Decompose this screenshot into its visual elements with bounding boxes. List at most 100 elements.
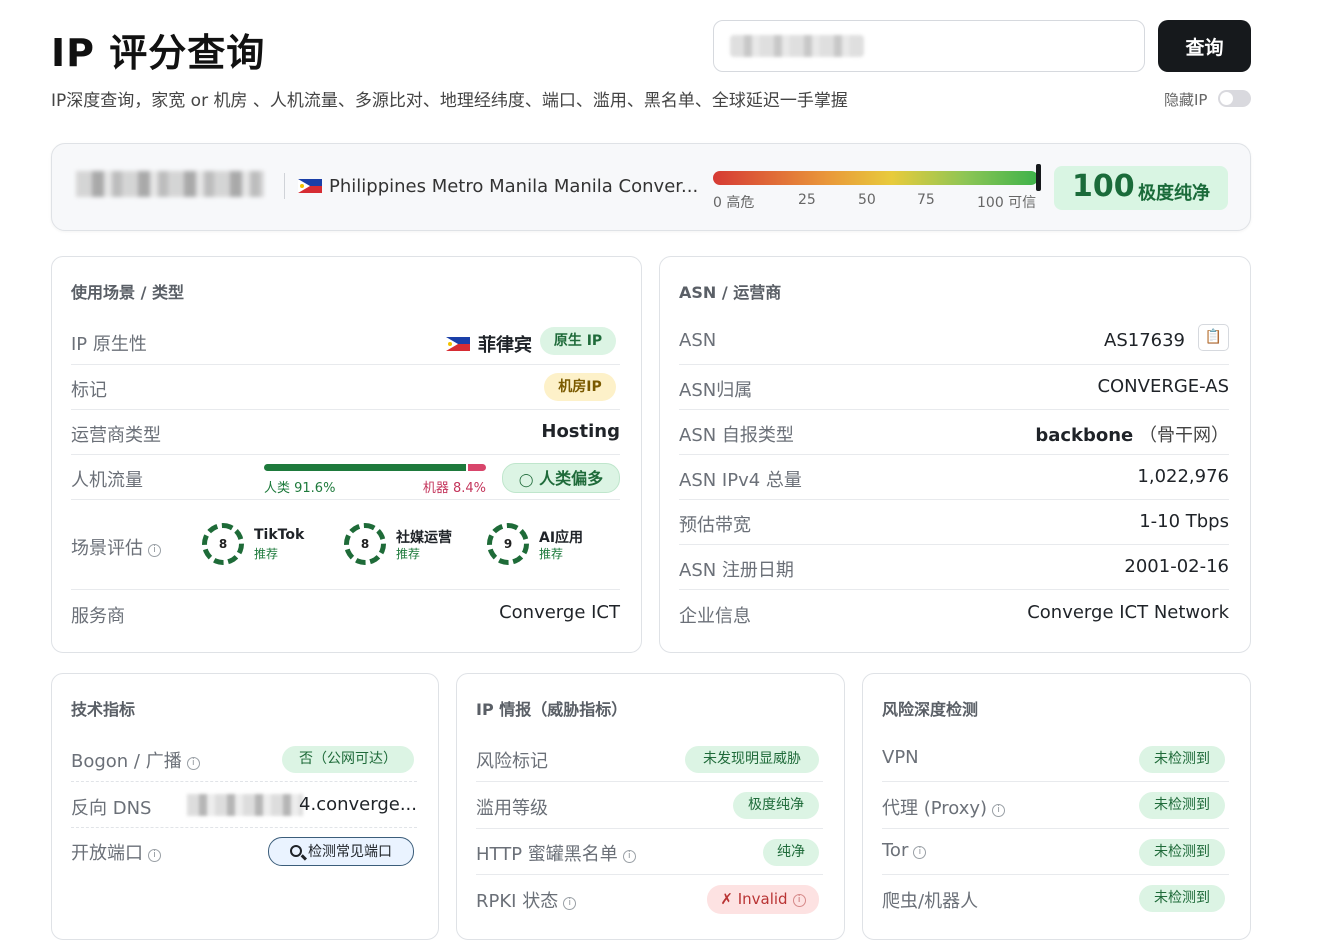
carrier-type-row: 运营商类型 Hosting	[71, 410, 620, 455]
human-majority-badge: ◯ 人类偏多	[502, 463, 620, 493]
score-value: 100	[1072, 169, 1135, 204]
scene-score-ring: 9	[487, 523, 529, 565]
scene-label-text: 场景评估	[71, 538, 143, 559]
asn-row: ASN AS17639 📋	[679, 324, 1229, 365]
scene-score: 8	[360, 537, 370, 551]
asn-type-row: ASN 自报类型 backbone （骨干网）	[679, 410, 1229, 455]
gauge-tick-label: 25	[798, 192, 816, 208]
scene-status: 推荐	[254, 547, 279, 561]
datacenter-badge: 机房IP	[544, 373, 616, 401]
trust-gauge	[713, 171, 1038, 185]
bogon-badge: 否（公网可达）	[282, 746, 414, 773]
card-title: 使用场景 / 类型	[71, 283, 184, 302]
bandwidth-row: 预估带宽 1-10 Tbps	[679, 500, 1229, 545]
scene-label: 场景评估 i	[71, 534, 161, 560]
redacted-ip-text	[730, 35, 864, 57]
rpki-badge-text: ✗ Invalid	[720, 890, 788, 908]
info-icon: i	[992, 804, 1006, 817]
card-title: IP 情报（威胁指标）	[476, 700, 628, 719]
vpn-label: VPN	[882, 747, 919, 768]
asn-ipv4-value: 1,022,976	[1137, 466, 1229, 487]
page-title: IP 评分查询	[51, 31, 266, 75]
proxy-label-text: 代理 (Proxy)	[882, 798, 988, 819]
rdns-row: 反向 DNS 4.converge...	[71, 782, 417, 828]
scene-status: 推荐	[396, 547, 421, 561]
intel-card: IP 情报（威胁指标） 风险标记 未发现明显威胁 滥用等级 极度纯净 HTTP …	[456, 673, 845, 940]
bot-bar	[468, 464, 486, 471]
gauge-tick-label: 50	[858, 192, 876, 208]
asn-card: ASN / 运营商 ASN AS17639 📋 ASN归属 CONVERGE-A…	[659, 256, 1251, 653]
card-title: ASN / 运营商	[679, 283, 782, 302]
philippines-flag-icon	[298, 179, 322, 193]
native-label: IP 原生性	[71, 334, 147, 355]
company-value: Converge ICT Network	[1027, 602, 1229, 623]
asn-ipv4-row: ASN IPv4 总量 1,022,976	[679, 455, 1229, 500]
bandwidth-value: 1-10 Tbps	[1139, 511, 1229, 532]
ip-summary-bar: Philippines Metro Manila Manila Conver..…	[51, 143, 1251, 231]
ip-search-input[interactable]	[713, 20, 1145, 72]
scene-status: 推荐	[539, 547, 564, 561]
risk-badge: 未发现明显威胁	[685, 746, 819, 773]
honeypot-label-text: HTTP 蜜罐黑名单	[476, 844, 618, 865]
asn-label: ASN	[679, 330, 717, 351]
asn-owner-row: ASN归属 CONVERGE-AS	[679, 365, 1229, 410]
hide-ip-toggle[interactable]	[1218, 90, 1251, 107]
bot-percent: 机器 8.4%	[422, 481, 486, 496]
rpki-row: RPKI 状态 i ✗ Invalid i	[476, 875, 823, 921]
abuse-row: 滥用等级 极度纯净	[476, 782, 823, 829]
info-icon: i	[792, 894, 806, 907]
honeypot-label: HTTP 蜜罐黑名单 i	[476, 840, 636, 866]
tor-badge: 未检测到	[1139, 839, 1225, 866]
proxy-row: 代理 (Proxy) i 未检测到	[882, 782, 1229, 829]
risk-label: 风险标记	[476, 751, 548, 772]
info-icon: i	[622, 850, 636, 863]
redacted-hostname-blur	[187, 794, 303, 816]
scene-name: AI应用	[539, 530, 584, 546]
provider-label: 服务商	[71, 606, 125, 627]
user-icon: ◯	[518, 473, 534, 488]
card-title: 风险深度检测	[882, 700, 979, 719]
deep-detection-card: 风险深度检测 VPN 未检测到 代理 (Proxy) i 未检测到 Tor i 未检…	[862, 673, 1251, 940]
honeypot-badge: 纯净	[763, 839, 819, 866]
philippines-flag-icon	[446, 337, 470, 351]
scene-name: 社媒运营	[396, 530, 452, 546]
honeypot-row: HTTP 蜜罐黑名单 i 纯净	[476, 829, 823, 875]
bogon-label-text: Bogon / 广播	[71, 751, 182, 772]
info-icon: i	[186, 757, 200, 770]
human-bar	[264, 464, 466, 471]
gauge-tick-label: 100 可信	[977, 195, 1037, 211]
redacted-ip-address	[76, 171, 264, 197]
redacted-hostname	[187, 794, 303, 816]
provider-value: Converge ICT	[499, 602, 620, 623]
native-country: 菲律宾	[478, 335, 532, 356]
query-button[interactable]: 查询	[1158, 20, 1251, 72]
tor-label: Tor i	[882, 840, 927, 861]
traffic-row: 人机流量 人类 91.6% 机器 8.4% ◯ 人类偏多	[71, 455, 620, 500]
bandwidth-label: 预估带宽	[679, 515, 751, 536]
info-icon: i	[563, 897, 577, 910]
abuse-badge: 极度纯净	[733, 792, 819, 819]
crawler-row: 爬虫/机器人 未检测到	[882, 875, 1229, 921]
info-icon: i	[148, 849, 161, 862]
bogon-row: Bogon / 广播 i 否（公网可达）	[71, 744, 417, 782]
scan-ports-button[interactable]: 检测常见端口	[268, 837, 414, 866]
copy-icon[interactable]: 📋	[1198, 324, 1229, 351]
scan-ports-label: 检测常见端口	[308, 843, 392, 860]
tag-label: 标记	[71, 380, 107, 401]
gauge-tick-label: 0 高危	[713, 195, 755, 211]
asn-value: AS17639	[1104, 330, 1185, 351]
asn-date-label: ASN 注册日期	[679, 560, 794, 581]
human-percent: 人类 91.6%	[264, 481, 336, 496]
divider	[284, 173, 285, 199]
risk-row: 风险标记 未发现明显威胁	[476, 744, 823, 782]
tor-label-text: Tor	[882, 840, 909, 861]
asn-type-main: backbone	[1035, 425, 1134, 446]
score-label: 极度纯净	[1138, 183, 1210, 204]
info-icon: i	[913, 846, 927, 859]
rpki-label: RPKI 状态 i	[476, 887, 577, 913]
score-badge: 100 极度纯净	[1054, 166, 1228, 210]
ports-row: 开放端口 i 检测常见端口	[71, 828, 417, 874]
traffic-label: 人机流量	[71, 470, 143, 491]
rpki-badge: ✗ Invalid i	[707, 885, 819, 914]
carrier-type-label: 运营商类型	[71, 425, 161, 446]
